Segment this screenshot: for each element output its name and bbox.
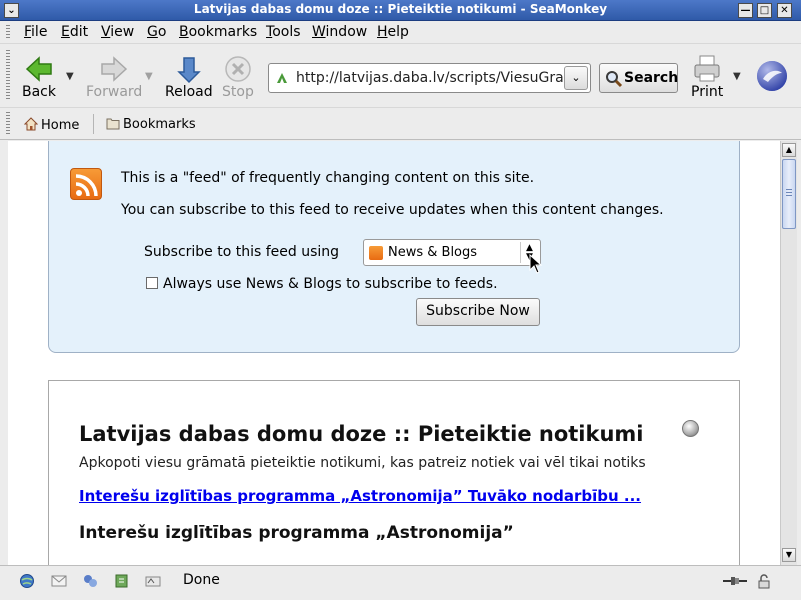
toolbar-grip[interactable] bbox=[6, 25, 10, 39]
rss-feed-icon bbox=[70, 168, 102, 200]
subscribe-now-button[interactable]: Subscribe Now bbox=[416, 298, 540, 326]
security-lock-icon[interactable] bbox=[756, 573, 772, 589]
menu-help[interactable]: Help bbox=[377, 24, 409, 40]
stop-label: Stop bbox=[222, 84, 254, 100]
maximize-icon: □ bbox=[759, 5, 770, 16]
scroll-down-button[interactable]: ▼ bbox=[782, 548, 796, 562]
search-button[interactable]: Search bbox=[599, 63, 678, 93]
menu-edit[interactable]: Edit bbox=[61, 24, 88, 40]
page-content: This is a "feed" of frequently changing … bbox=[8, 141, 780, 565]
feed-reader-select[interactable]: News & Blogs ▲ ▼ bbox=[363, 239, 541, 266]
feed-entry-heading: Interešu izglītības programma „Astronomi… bbox=[79, 523, 514, 543]
feed-description: This is a "feed" of frequently changing … bbox=[121, 170, 535, 186]
navigator-icon[interactable] bbox=[19, 573, 35, 589]
search-label: Search bbox=[624, 70, 679, 86]
mail-icon[interactable] bbox=[51, 573, 67, 589]
feed-content: Latvijas dabas domu doze :: Pieteiktie n… bbox=[48, 380, 740, 565]
url-history-dropdown[interactable]: ⌄ bbox=[564, 66, 588, 90]
menu-bookmarks[interactable]: Bookmarks bbox=[179, 24, 257, 40]
maximize-button[interactable]: □ bbox=[757, 3, 772, 18]
close-icon: ✕ bbox=[780, 5, 789, 16]
scroll-up-button[interactable]: ▲ bbox=[782, 143, 796, 157]
chevron-down-icon: ⌄ bbox=[571, 71, 581, 84]
menu-window[interactable]: Window bbox=[312, 24, 367, 40]
stop-icon bbox=[225, 56, 251, 82]
site-identity-icon bbox=[277, 73, 287, 83]
feed-reader-selected: News & Blogs bbox=[388, 245, 478, 260]
menu-bar: File Edit View Go Bookmarks Tools Window… bbox=[0, 21, 801, 43]
feed-entry-link[interactable]: Interešu izglītības programma „Astronomi… bbox=[79, 487, 641, 505]
status-bar: Done bbox=[0, 565, 801, 600]
personal-toolbar: Home Bookmarks bbox=[0, 107, 801, 140]
url-input[interactable]: http://latvijas.daba.lv/scripts/ViesuGra… bbox=[296, 70, 564, 86]
printer-icon bbox=[694, 55, 720, 82]
back-dropdown[interactable]: ▼ bbox=[66, 71, 74, 82]
print-dropdown[interactable]: ▼ bbox=[733, 71, 741, 82]
bookmarks-label: Bookmarks bbox=[123, 117, 196, 132]
reload-button[interactable]: Reload bbox=[165, 54, 213, 100]
close-button[interactable]: ✕ bbox=[777, 3, 792, 18]
seamonkey-throbber-icon[interactable] bbox=[756, 60, 788, 92]
toolbar-separator bbox=[93, 114, 94, 134]
minimize-button[interactable]: — bbox=[738, 3, 753, 18]
menu-file[interactable]: File bbox=[24, 24, 47, 40]
forward-label: Forward bbox=[86, 84, 143, 100]
home-icon bbox=[23, 117, 39, 131]
feed-subscribe-box: This is a "feed" of frequently changing … bbox=[48, 141, 740, 353]
search-icon bbox=[606, 71, 623, 88]
subscribe-using-label: Subscribe to this feed using bbox=[144, 244, 340, 260]
url-bar[interactable]: http://latvijas.daba.lv/scripts/ViesuGra… bbox=[268, 63, 591, 93]
forward-dropdown[interactable]: ▼ bbox=[145, 71, 153, 82]
menu-go[interactable]: Go bbox=[147, 24, 166, 40]
home-button[interactable]: Home bbox=[23, 117, 80, 133]
window-title: Latvijas dabas domu doze :: Pieteiktie n… bbox=[193, 2, 608, 16]
folder-icon bbox=[106, 118, 120, 130]
status-text: Done bbox=[183, 572, 220, 588]
always-use-option[interactable]: Always use News & Blogs to subscribe to … bbox=[146, 276, 498, 292]
chevron-down-icon: ▼ bbox=[66, 71, 74, 82]
back-button[interactable]: Back bbox=[22, 54, 56, 100]
toolbar-grip[interactable] bbox=[6, 50, 10, 100]
feed-instruction: You can subscribe to this feed to receiv… bbox=[121, 202, 664, 218]
navigation-toolbar: Back ▼ Forward ▼ Reload Stop http://latv… bbox=[0, 43, 801, 107]
address-book-icon[interactable] bbox=[145, 573, 161, 589]
forward-arrow-icon bbox=[101, 56, 128, 82]
back-arrow-icon bbox=[25, 56, 52, 82]
composer-icon[interactable] bbox=[114, 573, 130, 589]
mouse-cursor-icon bbox=[529, 254, 543, 274]
stop-button[interactable]: Stop bbox=[222, 54, 254, 100]
feed-subtitle: Apkopoti viesu grāmatā pieteiktie notiku… bbox=[79, 455, 646, 471]
print-button[interactable]: Print bbox=[691, 54, 723, 100]
home-label: Home bbox=[41, 118, 80, 133]
chevron-down-icon: ▼ bbox=[733, 71, 741, 82]
feed-title: Latvijas dabas domu doze :: Pieteiktie n… bbox=[79, 422, 644, 446]
reload-label: Reload bbox=[165, 84, 213, 100]
back-label: Back bbox=[22, 84, 56, 100]
toolbar-grip[interactable] bbox=[6, 112, 10, 134]
vertical-scrollbar[interactable]: ▲ ▼ bbox=[780, 141, 797, 565]
forward-button[interactable]: Forward bbox=[86, 54, 142, 100]
always-use-label: Always use News & Blogs to subscribe to … bbox=[163, 276, 498, 292]
arrow-up-icon: ▲ bbox=[785, 145, 793, 154]
feed-logo-icon bbox=[682, 420, 699, 437]
scroll-thumb[interactable] bbox=[782, 159, 796, 229]
rss-feed-icon bbox=[369, 246, 383, 260]
online-connection-icon[interactable] bbox=[722, 573, 748, 589]
chevron-down-icon: ▼ bbox=[145, 71, 153, 82]
arrow-down-icon: ▼ bbox=[785, 550, 793, 559]
reload-icon bbox=[177, 57, 201, 84]
chat-icon[interactable] bbox=[82, 573, 98, 589]
print-label: Print bbox=[691, 84, 724, 100]
window-titlebar: ⌄ Latvijas dabas domu doze :: Pieteiktie… bbox=[0, 0, 801, 21]
bookmarks-button[interactable]: Bookmarks bbox=[106, 117, 196, 132]
menu-view[interactable]: View bbox=[101, 24, 134, 40]
always-use-checkbox[interactable] bbox=[146, 277, 158, 289]
menu-tools[interactable]: Tools bbox=[266, 24, 301, 40]
minimize-icon: — bbox=[740, 5, 751, 16]
